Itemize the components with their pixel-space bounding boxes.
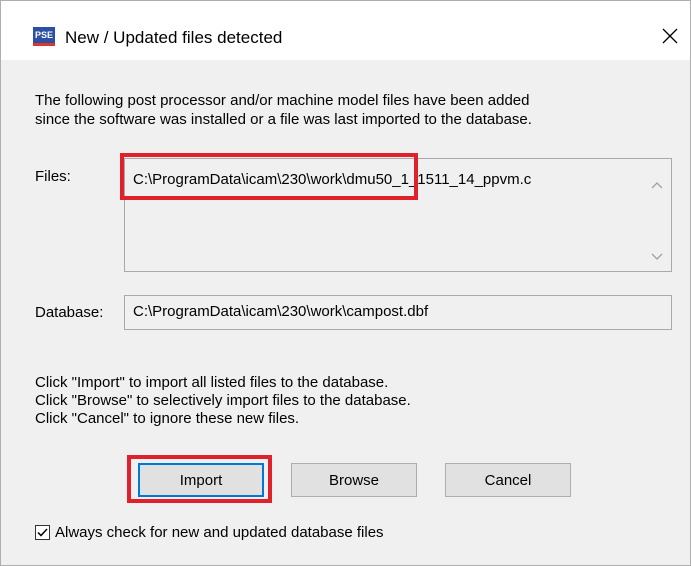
database-label: Database: [35,304,104,321]
title-bar: PSE New / Updated files detected [1,1,690,60]
file-entry[interactable]: C:\ProgramData\icam\230\work\dmu50_1_151… [133,171,647,188]
close-button[interactable] [655,21,685,51]
import-button[interactable]: Import [138,463,264,497]
intro-line-2: since the software was installed or a fi… [35,111,532,128]
always-check-checkbox[interactable] [35,525,50,540]
checkmark-icon [37,528,48,537]
scroll-up-icon[interactable] [651,181,663,189]
intro-line-1: The following post processor and/or mach… [35,92,530,109]
intro-text: The following post processor and/or mach… [35,91,675,129]
dialog-window: PSE New / Updated files detected The fol… [0,0,691,566]
database-path-field: C:\ProgramData\icam\230\work\campost.dbf [124,295,672,330]
app-logo-icon: PSE [33,27,55,46]
files-label: Files: [35,168,71,185]
cancel-button[interactable]: Cancel [445,463,571,497]
browse-button[interactable]: Browse [291,463,417,497]
files-list[interactable]: C:\ProgramData\icam\230\work\dmu50_1_151… [124,158,672,272]
instruction-cancel: Click "Cancel" to ignore these new files… [35,410,300,427]
always-check-option[interactable]: Always check for new and updated databas… [35,524,384,541]
dialog-title: New / Updated files detected [65,28,283,47]
always-check-label[interactable]: Always check for new and updated databas… [55,524,384,541]
instruction-browse: Click "Browse" to selectively import fil… [35,392,411,409]
scroll-down-icon[interactable] [651,253,663,261]
instructions-text: Click "Import" to import all listed file… [35,374,411,428]
database-path-value: C:\ProgramData\icam\230\work\campost.dbf [133,303,429,320]
close-icon [662,28,678,44]
instruction-import: Click "Import" to import all listed file… [35,374,389,391]
